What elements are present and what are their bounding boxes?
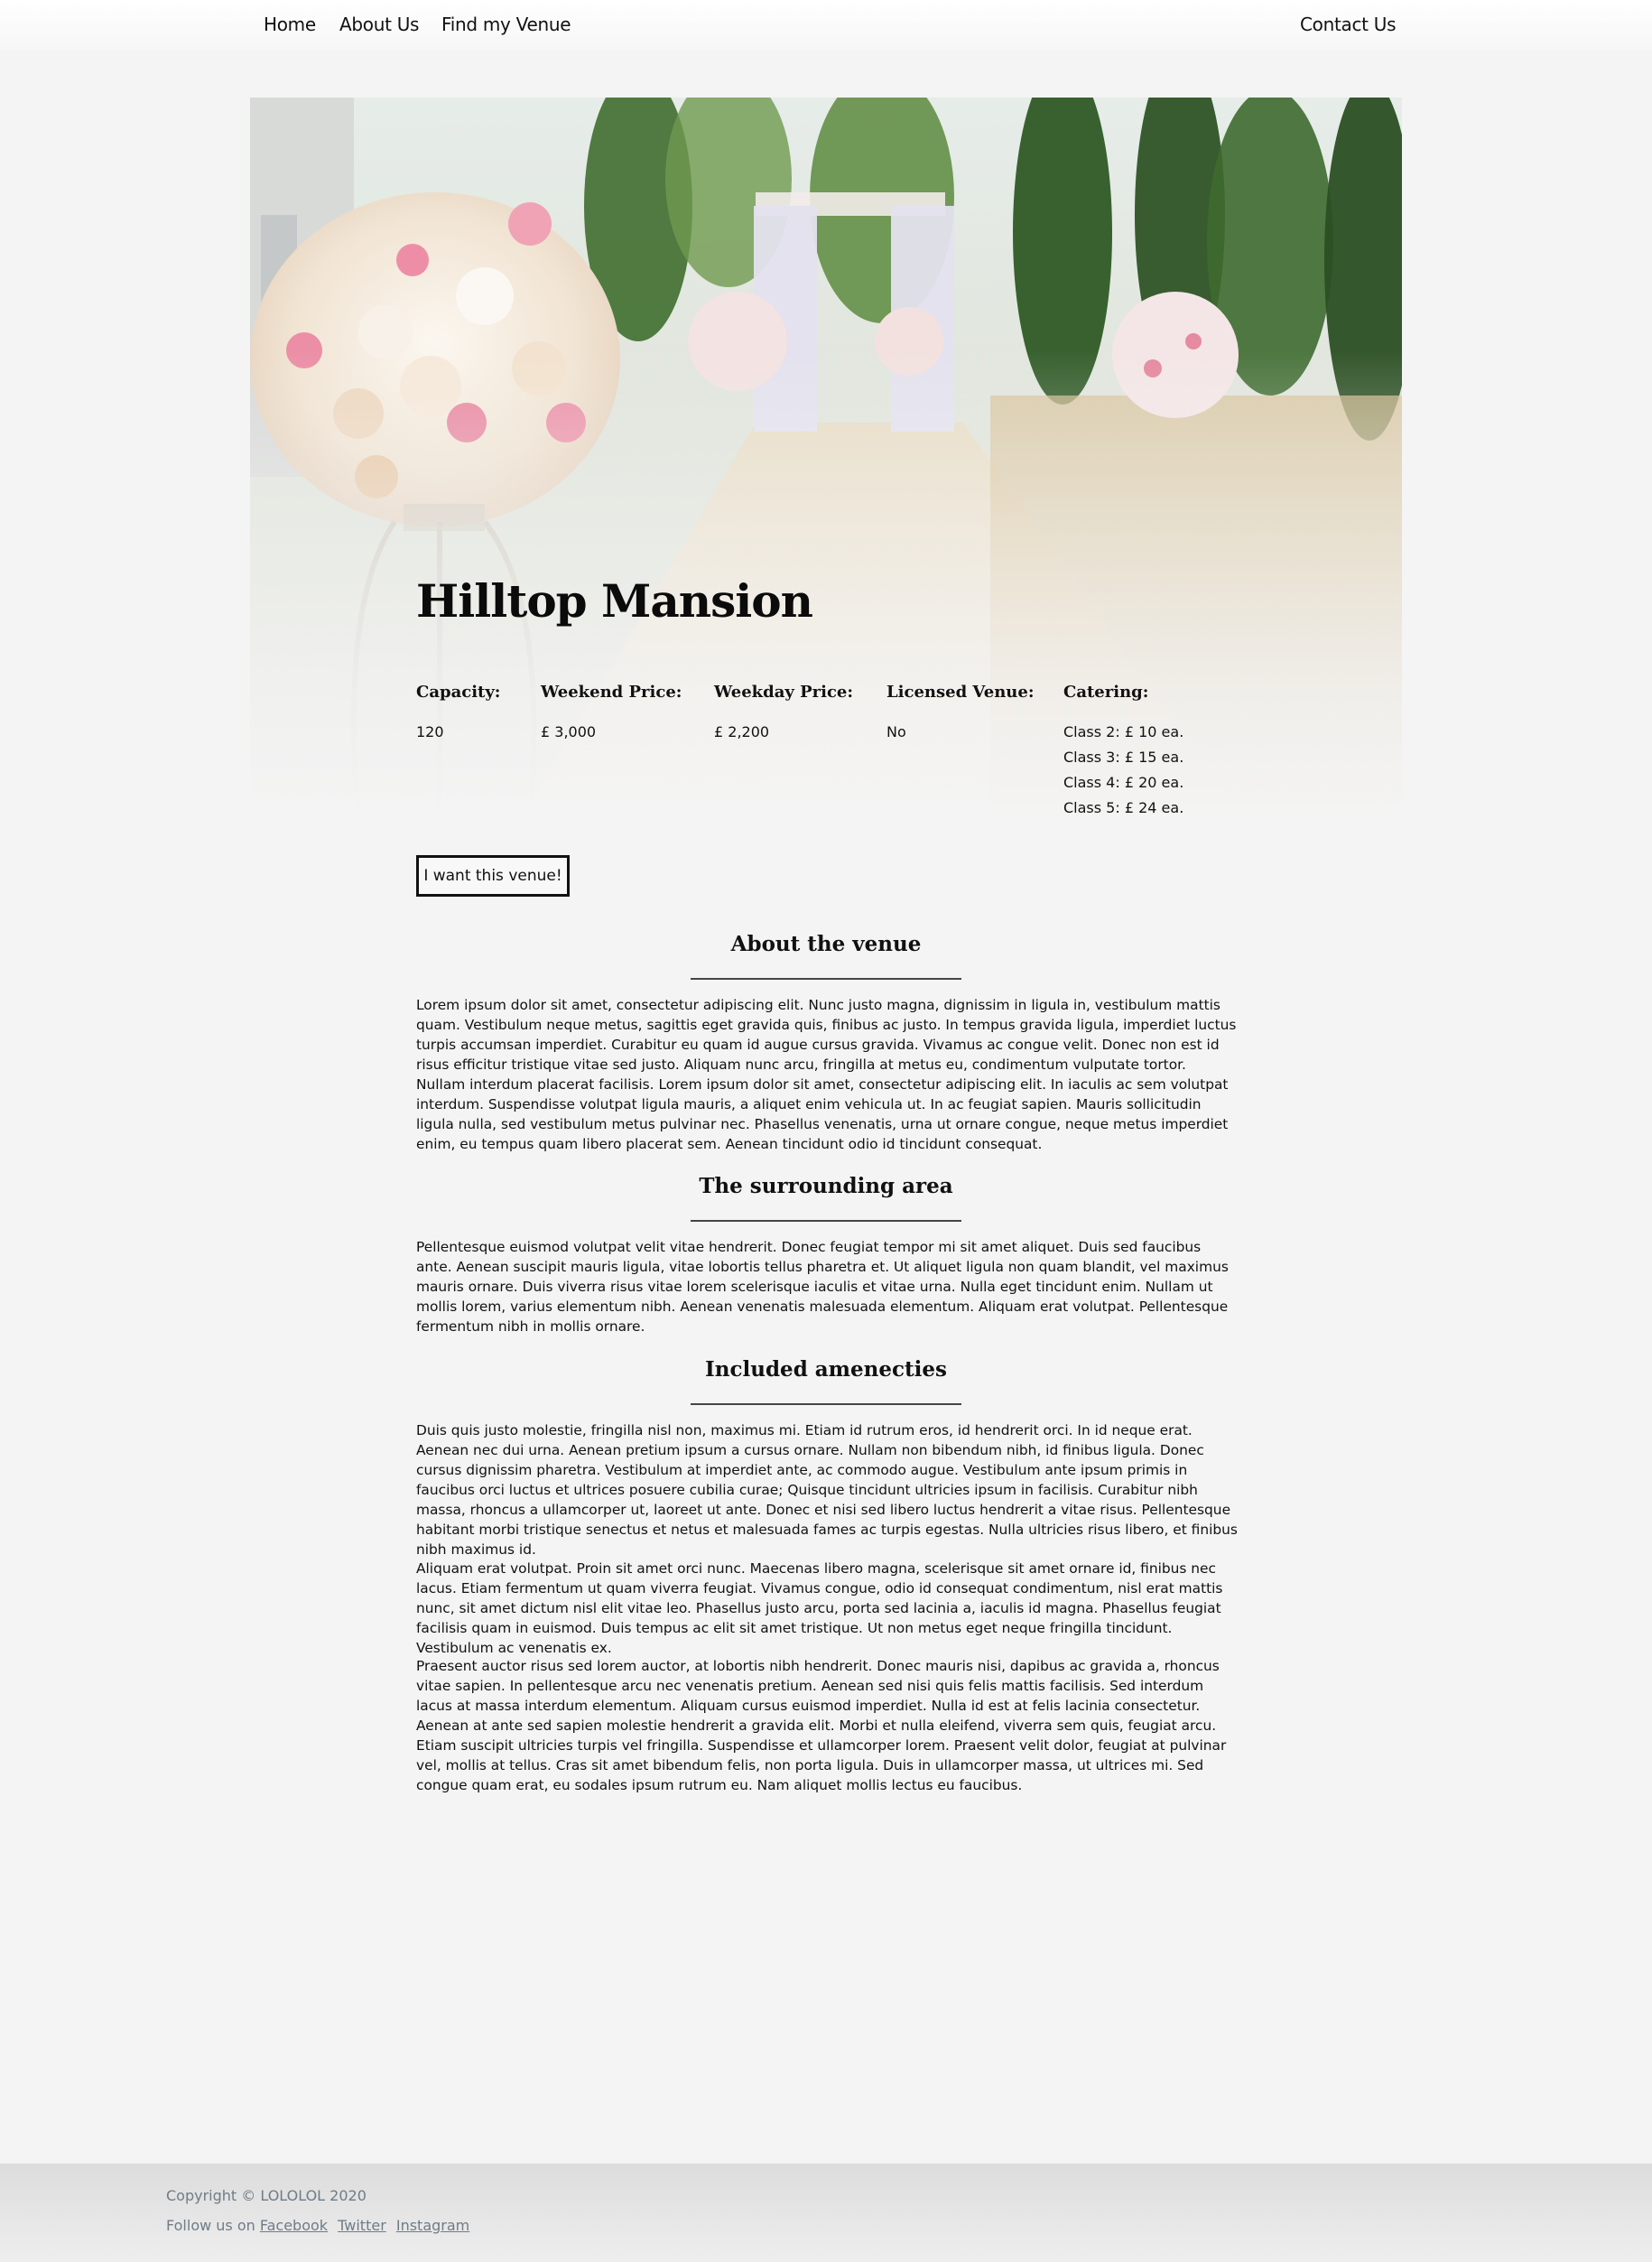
want-venue-button[interactable]: I want this venue! (416, 855, 570, 897)
nav-home-link[interactable]: Home (264, 14, 316, 35)
facebook-link[interactable]: Facebook (260, 2217, 328, 2234)
weekend-price-label: Weekend Price: (541, 683, 682, 702)
venue-title: Hilltop Mansion (416, 574, 813, 628)
licensed-venue-value: No (886, 723, 906, 740)
amenities-heading: Included amenecties (705, 1357, 947, 1382)
catering-item: Class 3: £ 15 ea. (1063, 749, 1184, 766)
surrounding-area-heading: The surrounding area (699, 1174, 953, 1198)
catering-item: Class 2: £ 10 ea. (1063, 723, 1184, 740)
licensed-venue-fact: Licensed Venue: No (886, 683, 1034, 745)
instagram-link[interactable]: Instagram (396, 2217, 469, 2234)
catering-label: Catering: (1063, 683, 1149, 702)
nav-contact-link[interactable]: Contact Us (1300, 14, 1397, 35)
about-heading: About the venue (730, 932, 922, 956)
footer: Copyright © LOLOLOL 2020 Follow us on Fa… (0, 2164, 1652, 2262)
amenities-paragraph-2: Aliquam erat volutpat. Proin sit amet or… (416, 1560, 1223, 1656)
capacity-label: Capacity: (416, 683, 501, 702)
capacity-fact: Capacity: 120 (416, 683, 500, 745)
licensed-venue-label: Licensed Venue: (886, 683, 1035, 702)
nav-about-link[interactable]: About Us (339, 14, 419, 35)
surrounding-area-paragraph: Pellentesque euismod volutpat velit vita… (416, 1239, 1229, 1335)
catering-fact: Catering: Class 2: £ 10 ea. Class 3: £ 1… (1063, 683, 1183, 821)
catering-item: Class 5: £ 24 ea. (1063, 799, 1184, 816)
weekday-price-value: £ 2,200 (714, 723, 770, 740)
section-divider (691, 1220, 961, 1222)
capacity-value: 120 (416, 723, 444, 740)
weekday-price-fact: Weekday Price: £ 2,200 (714, 683, 853, 745)
top-nav: Home About Us Find my Venue Contact Us (0, 0, 1652, 51)
nav-find-venue-link[interactable]: Find my Venue (441, 14, 571, 35)
amenities-paragraph-1: Duis quis justo molestie, fringilla nisl… (416, 1422, 1238, 1558)
catering-list: Class 2: £ 10 ea. Class 3: £ 15 ea. Clas… (1063, 720, 1183, 821)
weekend-price-value: £ 3,000 (541, 723, 597, 740)
about-paragraph: Lorem ipsum dolor sit amet, consectetur … (416, 997, 1237, 1152)
weekend-price-fact: Weekend Price: £ 3,000 (541, 683, 682, 745)
section-divider (691, 1403, 961, 1405)
catering-item: Class 4: £ 20 ea. (1063, 774, 1184, 791)
twitter-link[interactable]: Twitter (338, 2217, 386, 2234)
copyright-text: Copyright © LOLOLOL 2020 (166, 2187, 367, 2204)
section-divider (691, 978, 961, 980)
social-links: Follow us on Facebook Twitter Instagram (166, 2217, 475, 2234)
follow-label: Follow us on (166, 2217, 255, 2234)
weekday-price-label: Weekday Price: (714, 683, 854, 702)
amenities-paragraph-3: Praesent auctor risus sed lorem auctor, … (416, 1658, 1227, 1793)
